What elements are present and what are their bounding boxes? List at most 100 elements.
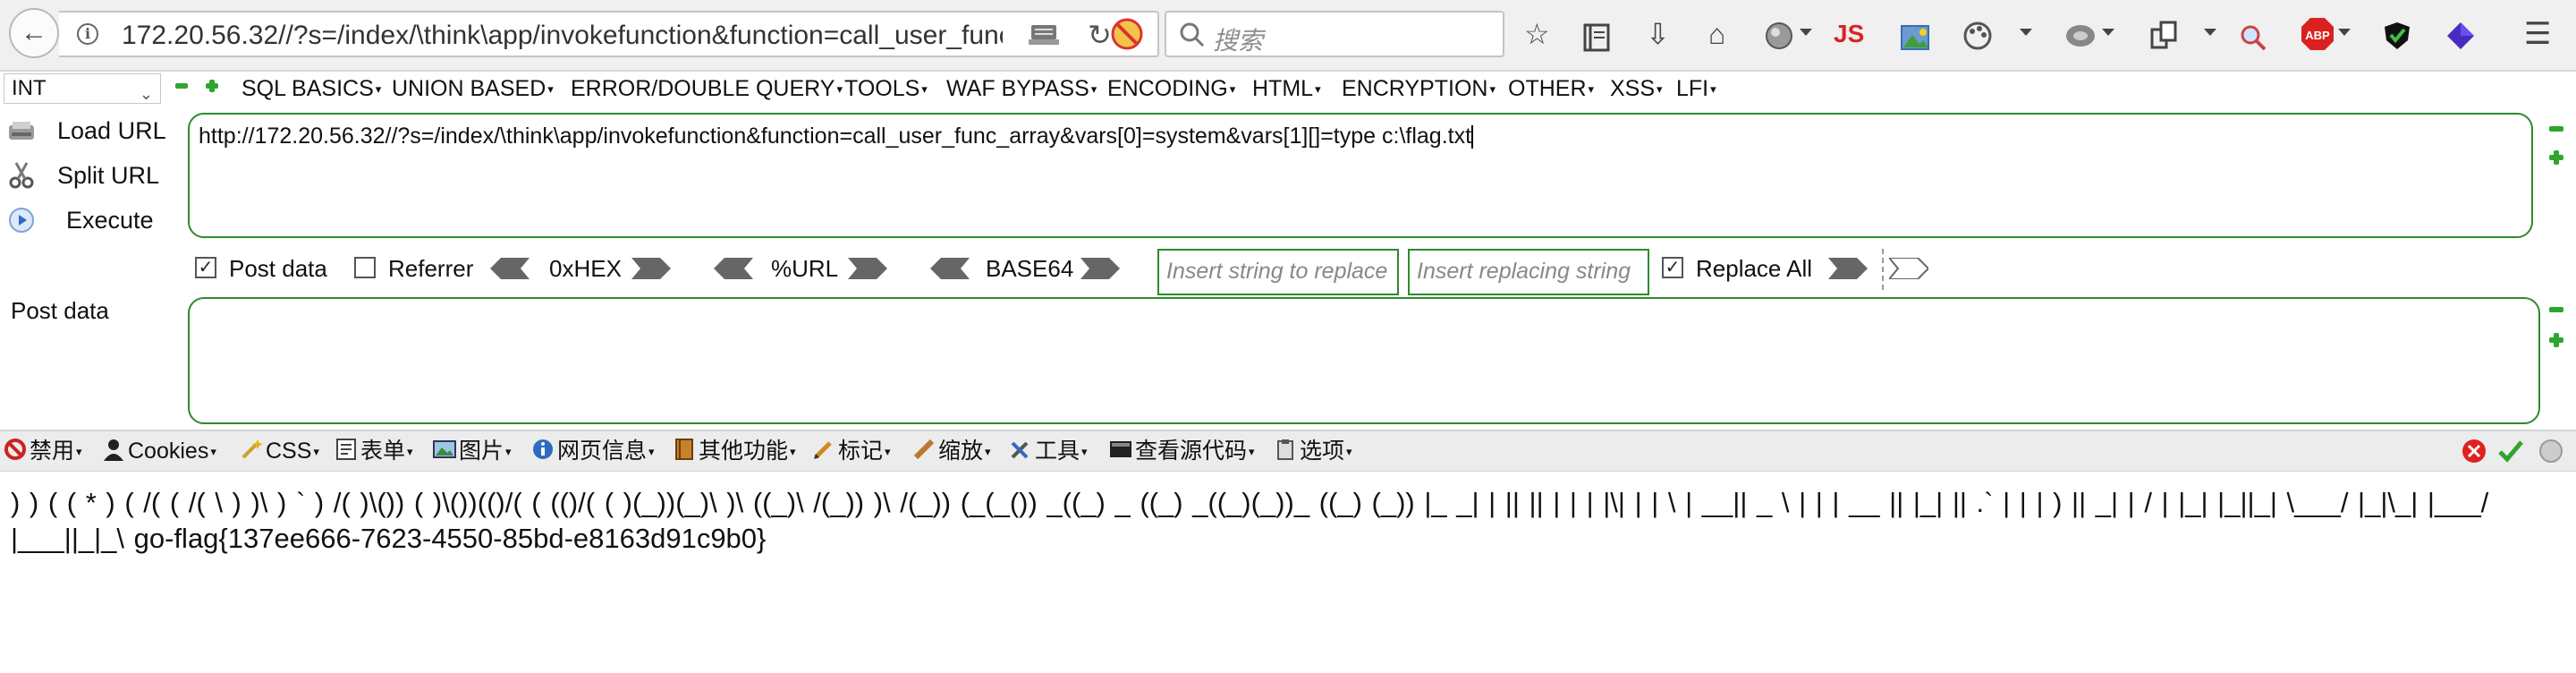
wd-cookies-menu[interactable]: Cookies ▾ — [102, 431, 216, 471]
chevron-down-icon[interactable] — [1800, 29, 1812, 36]
wd-view-source-menu[interactable]: 查看源代码 ▾ — [1109, 431, 1255, 471]
wd-css-menu[interactable]: CSS ▾ — [240, 431, 319, 471]
menu-lfi[interactable]: LFI ▾ — [1676, 72, 1716, 106]
menu-encoding[interactable]: ENCODING ▾ — [1107, 72, 1235, 106]
checkmark-icon[interactable] — [2497, 439, 2524, 464]
info-icon[interactable]: i — [77, 23, 98, 45]
dropdown-arrow-icon: ▾ — [985, 445, 991, 459]
plus-icon[interactable] — [2549, 150, 2563, 165]
menu-hamburger-icon[interactable]: ☰ — [2524, 16, 2551, 52]
menu-waf-bypass[interactable]: WAF BYPASS ▾ — [946, 72, 1097, 106]
minus-icon[interactable] — [2549, 302, 2563, 317]
terminal-icon — [1110, 441, 1131, 458]
adblock-plus-icon[interactable]: ABP — [2301, 16, 2334, 52]
menu-encryption[interactable]: ENCRYPTION ▾ — [1342, 72, 1496, 106]
plus-icon[interactable] — [2549, 333, 2563, 347]
palette-icon[interactable] — [1962, 18, 1993, 54]
reload-icon[interactable]: ↻ — [1088, 18, 1112, 52]
chevron-down-icon[interactable] — [2204, 29, 2216, 36]
chevron-down-icon[interactable] — [2020, 29, 2032, 36]
url-textarea[interactable]: http://172.20.56.32//?s=/index/\think\ap… — [188, 113, 2533, 238]
find-string-input[interactable]: Insert string to replace — [1157, 249, 1399, 295]
post-data-checkbox[interactable]: ✓ — [195, 257, 216, 278]
globe-icon[interactable] — [1764, 18, 1794, 54]
injection-type-select[interactable]: INT ⌄ — [4, 73, 161, 104]
base64-decode-arrow-icon[interactable] — [930, 258, 970, 279]
replace-reverse-arrow-icon[interactable] — [1889, 258, 1928, 279]
dropdown-arrow-icon: ▾ — [648, 445, 655, 459]
image-icon — [433, 440, 456, 459]
post-data-textarea[interactable] — [188, 297, 2540, 424]
book-icon — [675, 439, 693, 461]
referrer-checkbox[interactable] — [354, 257, 376, 278]
flag-output: |___||_|_\ go-flag{137ee666-7623-4550-85… — [11, 523, 767, 554]
dropdown-arrow-icon: ▾ — [1081, 445, 1088, 459]
load-url-label: Load URL — [57, 117, 166, 144]
dropdown-arrow-icon: ▾ — [76, 445, 82, 459]
menu-union-based[interactable]: UNION BASED ▾ — [392, 72, 554, 106]
bookmark-star-icon[interactable]: ☆ — [1524, 16, 1550, 52]
home-icon[interactable]: ⌂ — [1708, 16, 1725, 52]
base64-label: BASE64 — [986, 255, 1074, 282]
info-circle-icon — [533, 439, 553, 460]
url-encode-arrow-icon[interactable] — [848, 258, 887, 279]
divider — [1882, 249, 1884, 290]
replace-string-input[interactable]: Insert replacing string — [1408, 249, 1649, 295]
status-circle-icon[interactable] — [2538, 439, 2563, 464]
wd-disable-menu[interactable]: 禁用 ▾ — [4, 431, 82, 471]
cube-icon[interactable] — [2445, 18, 2476, 54]
minus-icon[interactable] — [175, 80, 188, 92]
image-toggle-icon[interactable] — [1900, 20, 1930, 55]
chevron-down-icon: ⌄ — [139, 85, 153, 103]
proxy-icon[interactable] — [2064, 18, 2097, 54]
wd-images-menu[interactable]: 图片 ▾ — [433, 431, 512, 471]
address-bar[interactable]: i 172.20.56.32//?s=/index/\think\app/inv… — [59, 11, 1159, 57]
wd-outline-menu[interactable]: 标记 ▾ — [812, 431, 891, 471]
wd-options-menu[interactable]: 选项 ▾ — [1274, 431, 1352, 471]
hackbar-options: ✓ Post data Referrer 0xHEX %URL BASE64 I… — [0, 249, 2576, 295]
chevron-down-icon[interactable] — [2338, 29, 2351, 36]
dropdown-arrow-icon: ▾ — [1489, 82, 1496, 97]
back-button[interactable]: ← — [9, 8, 59, 58]
scissors-icon — [9, 162, 34, 189]
menu-sql-basics[interactable]: SQL BASICS ▾ — [242, 72, 381, 106]
error-icon[interactable] — [2462, 439, 2487, 464]
hex-decode-arrow-icon[interactable] — [490, 258, 530, 279]
zoom-icon[interactable] — [2240, 20, 2267, 55]
noscript-icon[interactable] — [1109, 16, 1145, 52]
text-caret — [1471, 125, 1474, 149]
address-input[interactable]: 172.20.56.32//?s=/index/\think\app/invok… — [122, 21, 1003, 50]
shield-icon[interactable] — [2383, 18, 2411, 54]
menu-tools[interactable]: TOOLS ▾ — [844, 72, 928, 106]
wd-forms-menu[interactable]: 表单 ▾ — [335, 431, 413, 471]
hex-encode-arrow-icon[interactable] — [631, 258, 671, 279]
reader-view-icon[interactable] — [1028, 23, 1060, 47]
wd-page-info-menu[interactable]: 网页信息 ▾ — [531, 431, 655, 471]
wd-misc-menu[interactable]: 其他功能 ▾ — [673, 431, 796, 471]
url-decode-arrow-icon[interactable] — [714, 258, 753, 279]
menu-xss[interactable]: XSS ▾ — [1610, 72, 1663, 106]
bookmarks-library-icon[interactable] — [1583, 20, 1610, 55]
replace-all-checkbox[interactable]: ✓ — [1662, 257, 1683, 278]
dropdown-arrow-icon: ▾ — [885, 445, 891, 459]
menu-error-double-query[interactable]: ERROR/DOUBLE QUERY ▾ — [571, 72, 843, 106]
search-placeholder: 搜索 — [1213, 26, 1264, 55]
adblock-label: ABP — [2305, 29, 2330, 42]
download-icon[interactable]: ⇩ — [1646, 16, 1670, 52]
dropdown-arrow-icon: ▾ — [505, 445, 512, 459]
menu-html[interactable]: HTML ▾ — [1252, 72, 1321, 106]
base64-encode-arrow-icon[interactable] — [1080, 258, 1120, 279]
menu-other[interactable]: OTHER ▾ — [1508, 72, 1594, 106]
chevron-down-icon[interactable] — [2102, 29, 2114, 36]
wd-tools-menu[interactable]: 工具 ▾ — [1009, 431, 1088, 471]
js-switch-icon[interactable]: JS — [1834, 16, 1864, 52]
dropdown-arrow-icon: ▾ — [921, 82, 928, 97]
minus-icon[interactable] — [2549, 122, 2563, 136]
plus-icon[interactable] — [206, 80, 218, 92]
wd-resize-menu[interactable]: 缩放 ▾ — [912, 431, 991, 471]
dropdown-arrow-icon: ▾ — [1346, 445, 1352, 459]
replace-arrow-icon[interactable] — [1828, 258, 1868, 279]
search-bar[interactable]: 搜索 — [1165, 11, 1504, 57]
post-data-label: Post data — [11, 297, 109, 324]
window-resize-icon[interactable] — [2150, 18, 2177, 54]
